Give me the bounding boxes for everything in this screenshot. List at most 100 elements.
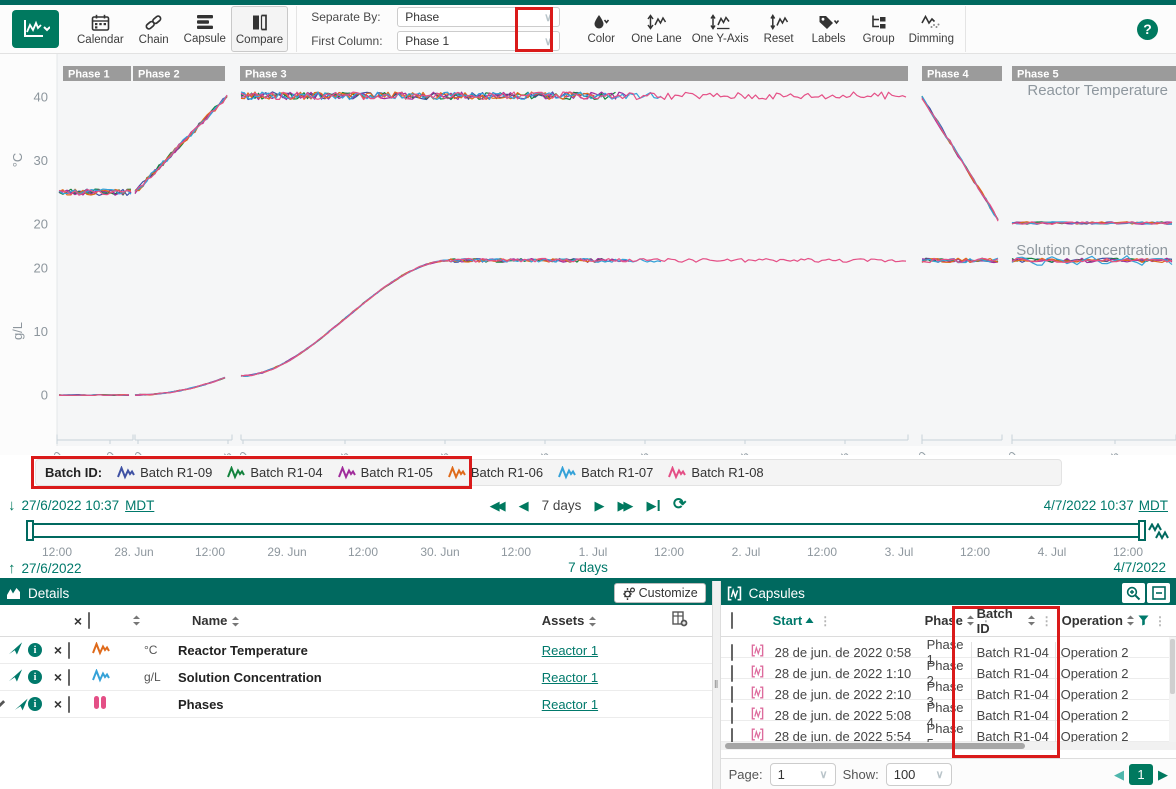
remove-icon[interactable]: × (48, 669, 68, 685)
prev-page-button[interactable]: ◀ (1114, 768, 1124, 781)
trend-chart-canvas[interactable]: Phase 1Phase 2Phase 3Phase 4Phase 5React… (0, 54, 1176, 455)
legend-item-batch-r1-09[interactable]: Batch R1-09 (117, 465, 212, 480)
remove-icon[interactable]: × (48, 696, 68, 712)
capsules-col-start[interactable]: Start ⋮ (773, 613, 925, 628)
legend-item-batch-r1-08[interactable]: Batch R1-08 (668, 465, 763, 480)
timeline-tick: 12:00 (637, 545, 701, 559)
one-y-axis-button[interactable]: One Y-Axis (687, 6, 754, 52)
info-icon[interactable]: i (28, 643, 42, 657)
step-forward-full-button[interactable]: ▶▶ (617, 499, 633, 512)
column-menu-icon[interactable]: ⋮ (1039, 614, 1055, 628)
refresh-icon[interactable]: ⟳ (673, 497, 686, 513)
capsule-button[interactable]: Capsule (179, 6, 231, 52)
remove-all-icon[interactable]: × (68, 613, 88, 629)
column-menu-icon[interactable]: ⋮ (817, 614, 833, 628)
svg-text:10: 10 (34, 324, 48, 339)
column-menu-icon[interactable]: ⋮ (1152, 614, 1168, 628)
select-all-checkbox[interactable] (88, 612, 90, 629)
signal-name[interactable]: Solution Concentration (178, 670, 542, 685)
range-start-arrow-icon[interactable]: ↓ (8, 497, 16, 514)
capsule-checkbox[interactable] (731, 686, 733, 703)
capsules-col-phase[interactable]: Phase ⋮ (925, 613, 971, 628)
sort-icon[interactable] (588, 616, 597, 627)
row-checkbox[interactable] (68, 642, 70, 659)
step-to-now-button[interactable]: ▶ (646, 499, 660, 512)
investigate-arrow-icon[interactable]: ↑ (8, 560, 16, 577)
calendar-button[interactable]: Calendar (72, 6, 129, 52)
info-icon[interactable]: i (28, 697, 42, 711)
step-back-half-button[interactable]: ◀ (519, 499, 529, 512)
row-checkbox[interactable] (68, 669, 70, 686)
dimming-button[interactable]: Dimming (904, 6, 959, 52)
push-icon[interactable] (14, 697, 28, 712)
chain-button[interactable]: Chain (129, 6, 179, 52)
step-forward-half-button[interactable]: ▶ (594, 499, 604, 512)
add-column-button[interactable] (672, 611, 712, 630)
trend-view-menu-button[interactable] (12, 10, 59, 48)
compare-button[interactable]: Compare (231, 6, 288, 52)
show-select[interactable]: 100∨ (886, 763, 952, 786)
remove-icon[interactable]: × (48, 642, 68, 658)
capsules-col-batch[interactable]: Batch ID ⋮ (971, 606, 1055, 636)
group-button[interactable]: Group (854, 6, 904, 52)
range-nav: ◀◀ ◀ 7 days ▶ ▶▶ ▶ ⟳ (490, 497, 687, 513)
capsules-table-header: Start ⋮ Phase ⋮ Batch ID ⋮ Operation (721, 605, 1176, 637)
timebar-selection[interactable] (30, 523, 1142, 538)
step-back-full-button[interactable]: ◀◀ (490, 499, 506, 512)
separate-by-value: Phase (405, 10, 439, 24)
pencil-icon[interactable] (0, 697, 8, 711)
asset-link[interactable]: Reactor 1 (542, 670, 598, 685)
signal-name[interactable]: Reactor Temperature (178, 643, 542, 658)
legend-item-batch-r1-06[interactable]: Batch R1-06 (448, 465, 543, 480)
labels-button[interactable]: Labels (804, 6, 854, 52)
separate-by-select[interactable]: Phase ∨ (397, 7, 560, 27)
legend-item-batch-r1-04[interactable]: Batch R1-04 (227, 465, 322, 480)
capsule-time-icon[interactable] (1148, 523, 1170, 540)
push-icon[interactable] (8, 668, 28, 686)
color-button[interactable]: Color (576, 6, 626, 52)
svg-text:Phase 5: Phase 5 (1017, 69, 1059, 81)
condition-name[interactable]: Phases (178, 697, 542, 712)
page-select[interactable]: 1∨ (770, 763, 836, 786)
panel-splitter[interactable]: ‖ (712, 581, 721, 789)
capsules-col-operation[interactable]: Operation ⋮ (1055, 613, 1168, 628)
next-page-button[interactable]: ▶ (1158, 768, 1168, 781)
capsule-checkbox[interactable] (731, 644, 733, 661)
push-icon[interactable] (8, 641, 28, 659)
details-col-name[interactable]: Name (192, 613, 542, 628)
info-icon[interactable]: i (28, 670, 42, 684)
one-lane-button[interactable]: One Lane (626, 6, 687, 52)
sort-icon[interactable] (132, 615, 158, 626)
zoom-to-capsule-button[interactable] (1122, 583, 1145, 603)
seeq-workbench: Calendar Chain Capsule (0, 0, 1176, 789)
filter-icon[interactable] (1138, 615, 1149, 626)
capsules-vertical-scrollbar[interactable] (1169, 637, 1176, 742)
details-col-assets[interactable]: Assets (542, 613, 672, 628)
compare-icon (251, 14, 268, 31)
current-page-button[interactable]: 1 (1129, 764, 1153, 785)
collapse-panel-button[interactable] (1147, 583, 1170, 603)
capsule-checkbox[interactable] (731, 707, 733, 724)
reset-button[interactable]: Reset (754, 6, 804, 52)
timebar-left-handle[interactable] (26, 520, 34, 541)
range-end-timezone-link[interactable]: MDT (1139, 498, 1168, 513)
asset-link[interactable]: Reactor 1 (542, 697, 598, 712)
capsules-horizontal-scrollbar[interactable] (721, 742, 1176, 750)
legend-item-batch-r1-07[interactable]: Batch R1-07 (558, 465, 653, 480)
sort-icon[interactable] (231, 616, 240, 627)
timebar-right-handle[interactable] (1138, 520, 1146, 541)
help-button[interactable]: ? (1137, 19, 1158, 40)
trend-chart[interactable]: Phase 1Phase 2Phase 3Phase 4Phase 5React… (0, 54, 1176, 455)
asset-link[interactable]: Reactor 1 (542, 643, 598, 658)
capsule-row[interactable]: 28 de jun. de 2022 0:58 Phase 1 Batch R1… (721, 637, 1169, 658)
chain-label: Chain (139, 34, 169, 46)
first-column-select[interactable]: Phase 1 ∨ (397, 31, 560, 51)
capsule-operation: Operation 2 (1055, 642, 1161, 663)
legend-item-batch-r1-05[interactable]: Batch R1-05 (338, 465, 433, 480)
range-start-timezone-link[interactable]: MDT (125, 498, 154, 513)
select-all-capsules-checkbox[interactable] (731, 612, 733, 629)
details-row-solution-concentration: i × g/L Solution Concentration Reactor 1 (0, 664, 712, 691)
capsule-checkbox[interactable] (731, 665, 733, 682)
row-checkbox[interactable] (68, 696, 70, 713)
customize-button[interactable]: Customize (614, 583, 706, 603)
